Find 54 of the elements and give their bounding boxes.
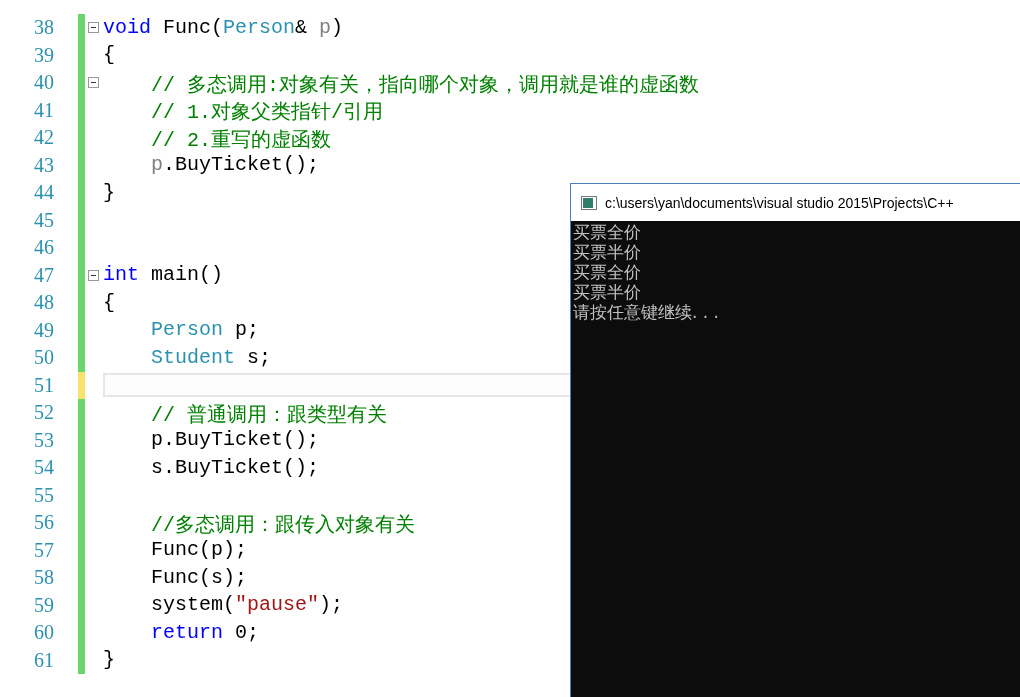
line-number: 49 bbox=[33, 318, 54, 342]
code-line: Student s; bbox=[150, 345, 272, 370]
console-output-line: 请按任意键继续. . . bbox=[573, 302, 721, 322]
collapse-icon[interactable] bbox=[88, 269, 99, 281]
code-line: system("pause"); bbox=[150, 593, 344, 618]
line-number: 44 bbox=[33, 181, 54, 205]
window-title: c:\users\yan\documents\visual studio 2015\Projects\C++ bbox=[605, 194, 954, 211]
code-line: } bbox=[103, 180, 115, 205]
code-line: s.BuyTicket(); bbox=[150, 455, 320, 480]
code-line: //多态调用：跟传入对象有关 bbox=[150, 512, 415, 535]
code-line: // 2.重写的虚函数 bbox=[150, 127, 332, 150]
code-line: } bbox=[103, 648, 115, 673]
line-number: 54 bbox=[33, 456, 54, 480]
line-number: 51 bbox=[33, 373, 54, 397]
code-line: int main() bbox=[103, 263, 224, 288]
collapse-icon[interactable] bbox=[88, 22, 99, 34]
console-output-line: 买票全价 bbox=[573, 222, 642, 242]
line-number: 38 bbox=[33, 16, 54, 40]
line-number: 59 bbox=[33, 593, 54, 617]
code-line: return 0; bbox=[150, 620, 260, 645]
code-line: Func(p); bbox=[150, 538, 248, 563]
line-number: 47 bbox=[33, 263, 54, 287]
line-number: 41 bbox=[33, 98, 54, 122]
code-line: // 普通调用：跟类型有关 bbox=[150, 402, 387, 425]
line-number: 61 bbox=[33, 648, 54, 672]
console-app-icon bbox=[581, 195, 597, 210]
line-number: 42 bbox=[33, 126, 54, 150]
console-output-line: 买票全价 bbox=[573, 262, 642, 282]
line-number: 57 bbox=[33, 538, 54, 562]
code-line: // 多态调用:对象有关，指向哪个对象，调用就是谁的虚函数 bbox=[150, 72, 699, 95]
collapse-icon[interactable] bbox=[88, 77, 99, 89]
code-line: void Func(Person& p) bbox=[103, 15, 344, 40]
code-line: // 1.对象父类指针/引用 bbox=[150, 100, 384, 123]
code-line: Person p; bbox=[150, 318, 260, 343]
code-line: Func(s); bbox=[150, 565, 248, 590]
line-number: 46 bbox=[33, 236, 54, 260]
line-number: 43 bbox=[33, 153, 54, 177]
code-line: { bbox=[103, 290, 115, 315]
console-output-line: 买票半价 bbox=[573, 282, 642, 302]
line-number: 45 bbox=[33, 208, 54, 232]
line-number: 39 bbox=[33, 43, 54, 67]
line-number: 40 bbox=[33, 71, 54, 95]
line-number: 50 bbox=[33, 346, 54, 370]
line-number: 58 bbox=[33, 566, 54, 590]
line-number: 60 bbox=[33, 621, 54, 645]
code-line: p.BuyTicket(); bbox=[150, 153, 320, 178]
code-line: { bbox=[103, 43, 115, 68]
line-number: 48 bbox=[33, 291, 54, 315]
line-number: 56 bbox=[33, 511, 54, 535]
line-number: 55 bbox=[33, 483, 54, 507]
console-output-line: 买票半价 bbox=[573, 242, 642, 262]
line-number: 52 bbox=[33, 401, 54, 425]
line-number: 53 bbox=[33, 428, 54, 452]
code-line: p.BuyTicket(); bbox=[150, 428, 320, 453]
